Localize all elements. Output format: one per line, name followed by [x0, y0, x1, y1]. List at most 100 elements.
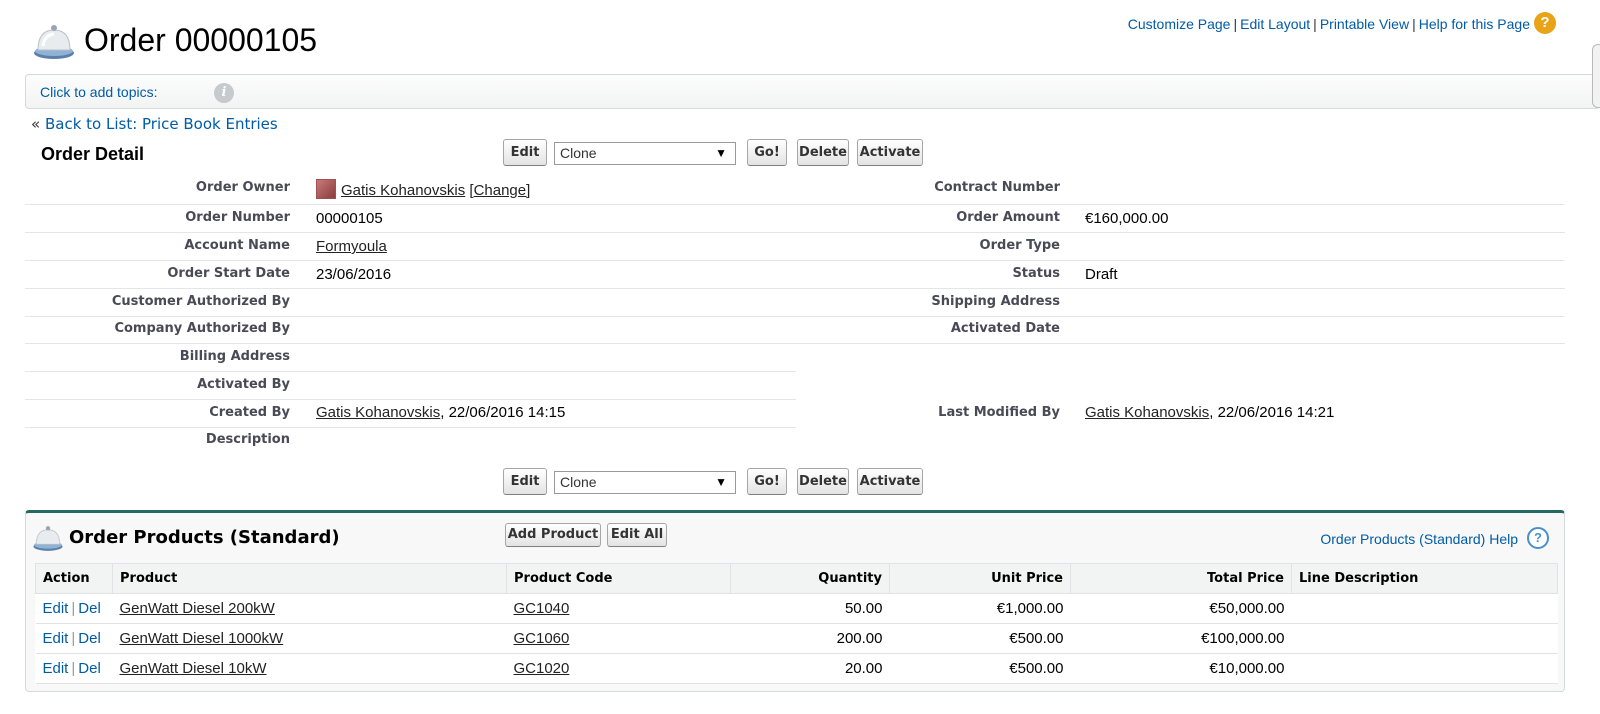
- label-order-start-date: Order Start Date: [167, 266, 290, 281]
- label-activated-by: Activated By: [197, 377, 290, 392]
- label-company-authorized-by: Company Authorized By: [114, 321, 290, 336]
- edit-layout-link[interactable]: Edit Layout: [1240, 16, 1310, 32]
- side-panel-handle[interactable]: [1592, 44, 1600, 108]
- delete-button[interactable]: Delete: [797, 139, 849, 166]
- back-to-list-link[interactable]: Back to List: Price Book Entries: [45, 115, 278, 133]
- account-name-link[interactable]: Formyoula: [316, 238, 387, 255]
- info-icon[interactable]: i: [214, 83, 234, 103]
- table-row: Edit | Del GenWatt Diesel 10kW GC1020 20.0…: [35, 653, 1558, 684]
- activate-button[interactable]: Activate: [857, 139, 923, 166]
- unit-price-cell: €1,000.00: [889, 593, 1071, 624]
- line-description-cell: [1291, 623, 1558, 654]
- order-number-value: 00000105: [316, 210, 383, 227]
- line-description-cell: [1291, 653, 1558, 684]
- delete-button-bottom[interactable]: Delete: [797, 468, 849, 495]
- help-icon[interactable]: ?: [1534, 12, 1556, 34]
- product-code-link[interactable]: GC1040: [514, 600, 570, 617]
- clone-select-bottom[interactable]: Clone ▼: [554, 471, 736, 494]
- label-customer-authorized-by: Customer Authorized By: [111, 294, 290, 309]
- go-button[interactable]: Go!: [747, 139, 787, 166]
- clone-select[interactable]: Clone ▼: [554, 142, 736, 165]
- table-row: Edit | Del GenWatt Diesel 200kW GC1040 50.…: [35, 593, 1558, 624]
- status-value: Draft: [1085, 266, 1118, 283]
- order-bell-icon: [34, 25, 74, 59]
- edit-all-button[interactable]: Edit All: [607, 523, 667, 547]
- top-links: Customize Page | Edit Layout | Printable Vie…: [1127, 16, 1530, 32]
- dropdown-arrow-icon: ▼: [715, 146, 727, 160]
- edit-row-link[interactable]: Edit: [43, 630, 69, 647]
- label-order-amount: Order Amount: [956, 210, 1060, 225]
- order-amount-value: €160,000.00: [1085, 210, 1169, 227]
- table-header-row: Action Product Product Code Quantity Uni…: [35, 563, 1558, 594]
- total-price-cell: €100,000.00: [1070, 623, 1292, 654]
- order-products-table: Action Product Product Code Quantity Uni…: [35, 563, 1558, 684]
- page-title: Order 00000105: [84, 22, 318, 58]
- edit-button[interactable]: Edit: [503, 139, 547, 166]
- go-button-bottom[interactable]: Go!: [747, 468, 787, 495]
- col-product-code[interactable]: Product Code: [506, 563, 731, 594]
- add-product-button[interactable]: Add Product: [505, 523, 601, 547]
- total-price-cell: €50,000.00: [1070, 593, 1292, 624]
- edit-row-link[interactable]: Edit: [43, 660, 69, 677]
- customize-page-link[interactable]: Customize Page: [1128, 16, 1231, 32]
- col-action: Action: [35, 563, 113, 594]
- label-description: Description: [205, 432, 290, 447]
- order-start-date-value: 23/06/2016: [316, 266, 392, 283]
- last-modified-by-value: Gatis Kohanovskis, 22/06/2016 14:21: [1085, 404, 1335, 421]
- created-by-value: Gatis Kohanovskis, 22/06/2016 14:15: [316, 404, 566, 421]
- label-order-type: Order Type: [979, 238, 1060, 253]
- label-status: Status: [1012, 266, 1060, 281]
- edit-row-link[interactable]: Edit: [43, 600, 69, 617]
- quantity-cell: 200.00: [730, 623, 890, 654]
- label-shipping-address: Shipping Address: [931, 294, 1060, 309]
- label-order-owner: Order Owner: [195, 180, 290, 195]
- printable-view-link[interactable]: Printable View: [1320, 16, 1409, 32]
- quantity-cell: 50.00: [730, 593, 890, 624]
- last-modified-by-link[interactable]: Gatis Kohanovskis: [1085, 404, 1209, 421]
- activate-button-bottom[interactable]: Activate: [857, 468, 923, 495]
- product-code-link[interactable]: GC1060: [514, 630, 570, 647]
- label-order-number: Order Number: [185, 210, 290, 225]
- product-link[interactable]: GenWatt Diesel 1000kW: [120, 630, 284, 647]
- label-last-modified-by: Last Modified By: [938, 405, 1060, 420]
- dropdown-arrow-icon: ▼: [715, 475, 727, 489]
- col-line-description[interactable]: Line Description: [1291, 563, 1558, 594]
- unit-price-cell: €500.00: [889, 653, 1071, 684]
- col-product[interactable]: Product: [112, 563, 507, 594]
- order-products-help-link[interactable]: Order Products (Standard) Help: [1320, 531, 1518, 547]
- add-topics-link[interactable]: Click to add topics:: [40, 84, 158, 100]
- help-icon[interactable]: ?: [1527, 527, 1549, 549]
- edit-button-bottom[interactable]: Edit: [503, 468, 547, 495]
- table-row: Edit | Del GenWatt Diesel 1000kW GC1060 20…: [35, 623, 1558, 654]
- order-products-related-list: Order Products (Standard) Add Product Ed…: [25, 510, 1565, 692]
- label-billing-address: Billing Address: [179, 349, 290, 364]
- product-code-link[interactable]: GC1020: [514, 660, 570, 677]
- col-unit-price[interactable]: Unit Price: [889, 563, 1071, 594]
- back-arrow: «: [31, 115, 41, 133]
- order-products-title: Order Products (Standard): [69, 527, 340, 548]
- unit-price-cell: €500.00: [889, 623, 1071, 654]
- col-quantity[interactable]: Quantity: [730, 563, 890, 594]
- col-total-price[interactable]: Total Price: [1070, 563, 1292, 594]
- help-for-page-link[interactable]: Help for this Page: [1419, 16, 1530, 32]
- order-owner-link[interactable]: Gatis Kohanovskis: [341, 182, 465, 199]
- breadcrumb: « Back to List: Price Book Entries: [31, 115, 278, 133]
- label-account-name: Account Name: [184, 238, 290, 253]
- product-link[interactable]: GenWatt Diesel 200kW: [120, 600, 275, 617]
- created-by-link[interactable]: Gatis Kohanovskis: [316, 404, 440, 421]
- delete-row-link[interactable]: Del: [78, 600, 101, 617]
- quantity-cell: 20.00: [730, 653, 890, 684]
- order-detail-title: Order Detail: [41, 144, 145, 164]
- order-owner-value: Gatis Kohanovskis [Change]: [316, 179, 530, 199]
- delete-row-link[interactable]: Del: [78, 660, 101, 677]
- delete-row-link[interactable]: Del: [78, 630, 101, 647]
- avatar[interactable]: [316, 179, 336, 199]
- total-price-cell: €10,000.00: [1070, 653, 1292, 684]
- change-owner-link[interactable]: [Change]: [469, 182, 530, 199]
- label-created-by: Created By: [209, 405, 290, 420]
- line-description-cell: [1291, 593, 1558, 624]
- product-link[interactable]: GenWatt Diesel 10kW: [120, 660, 267, 677]
- topics-bar: Click to add topics: i: [25, 74, 1600, 109]
- label-contract-number: Contract Number: [934, 180, 1060, 195]
- order-bell-icon: [33, 526, 63, 551]
